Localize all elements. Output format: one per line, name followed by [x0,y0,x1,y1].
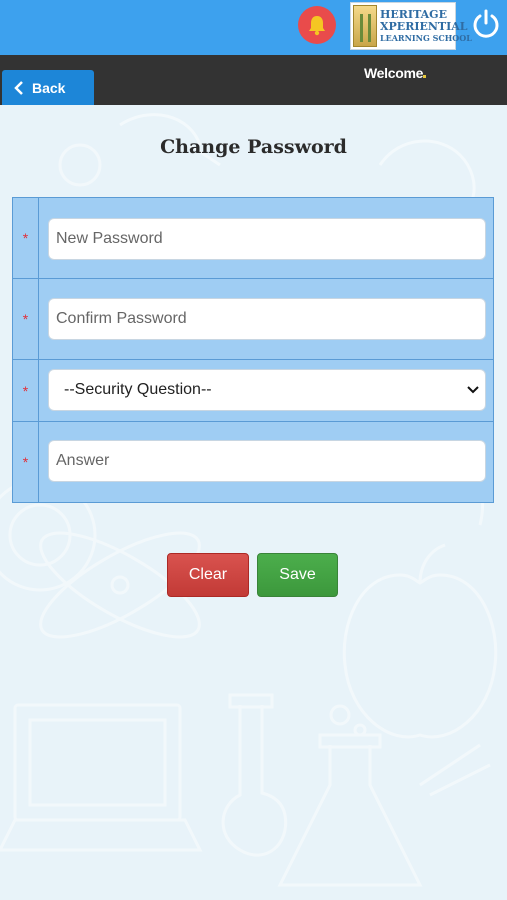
confirm-password-row: * [13,279,493,360]
logo-line-3: LEARNING SCHOOL [380,33,472,43]
chevron-down-icon [467,386,479,394]
security-question-row: * --Security Question-- [13,360,493,422]
school-logo-text: HERITAGE XPERIENTIAL LEARNING SCHOOL [380,9,472,44]
required-marker: * [13,360,39,421]
required-marker: * [13,422,39,502]
back-button-label: Back [32,79,66,96]
required-marker: * [13,279,39,359]
page-title: Change Password [160,136,347,158]
welcome-user-fragment [423,75,426,78]
chevron-left-icon [14,80,23,95]
notification-bell-icon[interactable] [298,6,336,44]
welcome-text: Welcome [364,65,424,81]
welcome-bar: Back Welcome [0,55,507,105]
new-password-row: * [13,198,493,279]
confirm-password-input[interactable] [48,298,486,340]
required-marker: * [13,198,39,278]
answer-input[interactable] [48,440,486,482]
answer-row: * [13,422,493,502]
top-header: HERITAGE XPERIENTIAL LEARNING SCHOOL [0,0,507,55]
save-button[interactable]: Save [257,553,338,597]
security-question-select[interactable]: --Security Question-- [48,369,486,411]
school-logo-mark-icon [353,5,377,47]
power-logout-icon[interactable] [470,8,502,40]
new-password-input[interactable] [48,218,486,260]
security-question-selected: --Security Question-- [64,381,212,398]
logo-line-2: XPERIENTIAL [380,20,468,33]
change-password-form: * * * --Security Question-- * [12,197,494,503]
school-logo: HERITAGE XPERIENTIAL LEARNING SCHOOL [350,2,472,50]
clear-button[interactable]: Clear [167,553,249,597]
back-button[interactable]: Back [2,70,94,105]
